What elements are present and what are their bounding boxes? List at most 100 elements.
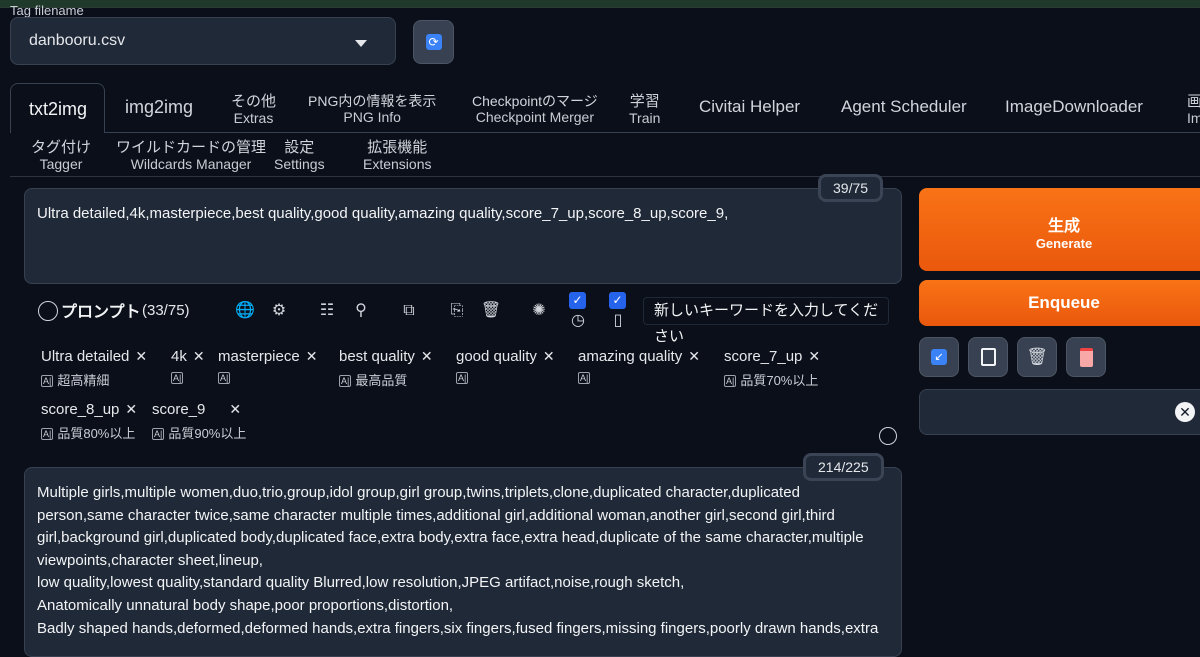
tab-tagger[interactable]: タグ付け Tagger	[31, 139, 91, 172]
tag-chip[interactable]: good quality ✕ A|	[456, 348, 555, 394]
negative-line: person,same character twice,same charact…	[37, 506, 835, 524]
gear-icon[interactable]: ⚙	[268, 300, 290, 322]
tag-name: score_7_up	[724, 348, 803, 365]
tab-label: タグ付け	[31, 139, 92, 156]
tag-translation: 超高精細	[57, 373, 110, 388]
tab-sublabel: Wildcards Manager	[130, 156, 252, 173]
clock-icon: ◷	[571, 312, 585, 329]
tab-label: Civitai Helper	[699, 97, 801, 116]
tab-truncated[interactable]: 画 Im	[1187, 93, 1200, 126]
refresh-icon: ⟳	[425, 34, 442, 50]
tag-chip[interactable]: score_7_up ✕ A| 品質70%以上	[724, 348, 820, 394]
tab-png-info[interactable]: PNG内の情報を表示 PNG Info	[308, 93, 436, 125]
tab-label: Agent Scheduler	[841, 97, 967, 116]
tag-filename-select[interactable]: danbooru.csv	[10, 17, 396, 65]
close-icon[interactable]: ✕	[135, 348, 147, 364]
tag-chip[interactable]: Ultra detailed ✕ A| 超高精細	[41, 348, 147, 394]
history-icon[interactable]: ☷	[316, 300, 338, 322]
chevron-up-icon[interactable]	[879, 427, 897, 445]
tab-row-divider	[10, 176, 1200, 177]
translate-icon[interactable]: A|	[456, 372, 469, 384]
translate-icon[interactable]: A|	[724, 375, 737, 387]
translate-icon[interactable]: A|	[218, 372, 231, 384]
close-icon[interactable]: ✕	[125, 401, 137, 417]
copy-icon[interactable]: ⎘	[446, 300, 468, 322]
refresh-button[interactable]: ⟳	[413, 20, 454, 64]
negative-line: Multiple girls,multiple women,duo,trio,g…	[37, 484, 800, 501]
translate-icon[interactable]: A|	[41, 428, 54, 440]
prompt-textarea[interactable]: Ultra detailed,4k,masterpiece,best quali…	[24, 188, 902, 284]
tag-name: Ultra detailed	[41, 348, 130, 365]
chevron-down-icon[interactable]	[38, 301, 58, 321]
prompt-text: Ultra detailed,4k,masterpiece,best quali…	[37, 205, 729, 222]
negative-line: low quality,lowest quality,standard qual…	[37, 574, 685, 592]
tab-checkpoint-merger[interactable]: Checkpointのマージ Checkpoint Merger	[472, 93, 598, 125]
tab-img2img[interactable]: img2img	[125, 97, 193, 118]
clipboard-icon	[980, 348, 996, 366]
tab-agent-scheduler[interactable]: Agent Scheduler	[841, 97, 967, 117]
tag-name: masterpiece	[218, 348, 300, 365]
tab-extras[interactable]: その他 Extras	[231, 93, 276, 126]
close-icon[interactable]: ✕	[421, 348, 433, 364]
tab-civitai-helper[interactable]: Civitai Helper	[699, 97, 800, 117]
close-icon[interactable]: ✕	[543, 348, 555, 364]
globe-icon[interactable]: 🌐	[234, 300, 256, 322]
tag-name: 4k	[171, 348, 187, 365]
styles-dropdown[interactable]: ✕	[919, 389, 1200, 435]
close-icon[interactable]: ✕	[229, 401, 241, 417]
tab-sublabel: Im	[1187, 110, 1200, 127]
tag-name: amazing quality	[578, 348, 683, 365]
tab-wildcards-manager[interactable]: ワイルドカードの管理 Wildcards Manager	[116, 139, 266, 172]
tab-label: その他	[231, 93, 277, 110]
tab-label: Checkpointのマージ	[472, 93, 598, 109]
tag-chip[interactable]: 4k ✕ A|	[171, 348, 205, 394]
prompt-section-title: プロンプト	[61, 304, 141, 321]
translate-icon[interactable]: A|	[171, 372, 184, 384]
tab-sublabel: Extras	[233, 110, 274, 127]
tag-filename-value: danbooru.csv	[29, 32, 126, 49]
tag-chip[interactable]: masterpiece ✕ A|	[218, 348, 317, 394]
tag-chip[interactable]: score_9 ✕ A| 品質90%以上	[152, 401, 246, 447]
translate-icon[interactable]: A|	[152, 428, 165, 440]
tab-sublabel: Settings	[274, 156, 325, 173]
panel-icon: ▯	[613, 312, 623, 329]
tag-chip[interactable]: best quality ✕ A| 最高品質	[339, 348, 433, 394]
generate-button[interactable]: 生成 Generate	[919, 188, 1200, 271]
negative-token-counter: 214/225	[803, 453, 884, 481]
translate-icon[interactable]: ⧉	[398, 300, 420, 322]
tag-translation: 品質90%以上	[168, 426, 247, 441]
styles-button[interactable]	[1066, 337, 1106, 377]
tab-settings[interactable]: 設定 Settings	[274, 139, 325, 172]
tag-translation: 品質80%以上	[57, 426, 136, 441]
enqueue-button[interactable]: Enqueue	[919, 280, 1200, 326]
tab-label: 学習	[629, 93, 660, 110]
tab-label: ワイルドカードの管理	[116, 139, 267, 156]
trash-button[interactable]: 🗑	[1017, 337, 1057, 377]
read-params-button[interactable]: ↙	[919, 337, 959, 377]
translate-icon[interactable]: A|	[578, 372, 591, 384]
bookmark-icon[interactable]: ⚲	[350, 300, 372, 322]
checkbox-panel[interactable]: ✓	[609, 292, 626, 309]
paste-button[interactable]	[968, 337, 1008, 377]
tab-imagedownloader[interactable]: ImageDownloader	[1005, 97, 1143, 117]
translate-icon[interactable]: A|	[41, 375, 54, 387]
trash-icon[interactable]: 🗑	[480, 300, 502, 322]
tab-sublabel: Train	[629, 110, 661, 127]
negative-prompt-textarea[interactable]: Multiple girls,multiple women,duo,trio,g…	[24, 467, 902, 657]
tag-name: best quality	[339, 348, 415, 365]
close-icon[interactable]: ✕	[808, 348, 820, 364]
close-icon[interactable]: ✕	[306, 348, 318, 364]
tab-txt2img[interactable]: txt2img	[10, 83, 105, 133]
checkbox-auto[interactable]: ✓	[569, 292, 586, 309]
tab-train[interactable]: 学習 Train	[629, 93, 660, 126]
tag-chip[interactable]: amazing quality ✕ A|	[578, 348, 700, 394]
keyword-input[interactable]: 新しいキーワードを入力してください	[643, 297, 889, 345]
tag-chip[interactable]: score_8_up ✕ A| 品質80%以上	[41, 401, 137, 447]
translate-icon[interactable]: A|	[339, 375, 352, 387]
close-icon[interactable]: ✕	[688, 348, 700, 364]
close-icon[interactable]: ✕	[193, 348, 205, 364]
tab-extensions[interactable]: 拡張機能 Extensions	[363, 139, 431, 172]
openai-icon[interactable]: ✺	[528, 300, 550, 322]
close-icon[interactable]: ✕	[1175, 402, 1195, 422]
tag-filename-label: Tag filename	[10, 3, 84, 18]
